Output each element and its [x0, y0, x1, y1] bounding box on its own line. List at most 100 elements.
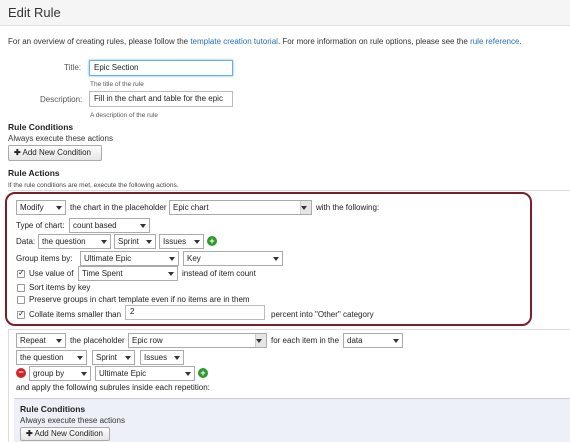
group-items-label: Group items by:	[16, 254, 73, 263]
apply-subrules-text: and apply the following subrules inside …	[16, 383, 210, 392]
subrule-add-condition-label: Add New Condition	[34, 429, 103, 438]
chevron-down-icon	[140, 224, 146, 228]
collate-suffix: percent into "Other" category	[271, 310, 374, 319]
description-hint: A description of the rule	[90, 112, 158, 119]
action2-source: data	[347, 336, 363, 345]
collate-input[interactable]: 2	[125, 305, 265, 320]
rule-conditions-subtext: Always execute these actions	[8, 134, 113, 143]
chevron-down-icon	[194, 240, 200, 244]
action2-source-select[interactable]: data	[343, 333, 403, 348]
use-value-field: Time Spent	[82, 269, 123, 278]
description-input[interactable]: Fill in the chart and table for the epic	[89, 91, 233, 107]
page-title: Edit Rule	[8, 5, 61, 20]
subrule-conditions-heading: Rule Conditions	[20, 404, 86, 414]
action2-verb: Repeat	[20, 336, 46, 345]
data-sprint-select[interactable]: Sprint	[114, 234, 156, 249]
data-label: Data:	[16, 237, 36, 246]
chevron-down-icon	[393, 339, 399, 343]
rule-reference-link[interactable]: rule reference	[470, 37, 519, 46]
action2-sprint-value: Sprint	[96, 353, 117, 362]
action2-left-border	[8, 329, 9, 442]
group-items-value: Ultimate Epic	[84, 254, 132, 263]
header-bar	[0, 0, 570, 26]
preserve-groups-label: Preserve groups in chart template even i…	[29, 295, 250, 304]
collate-label: Collate items smaller than	[29, 310, 122, 319]
action2-data-source-select[interactable]: the question	[16, 350, 87, 365]
subrule-conditions-subtext: Always execute these actions	[20, 416, 125, 425]
chart-type-value: count based	[73, 221, 117, 230]
chevron-down-icon	[81, 372, 87, 376]
chevron-down-icon	[101, 240, 107, 244]
divider	[8, 190, 570, 191]
add-group-icon[interactable]: +	[198, 368, 208, 378]
group-key-value: Key	[187, 254, 201, 263]
chevron-down-icon	[185, 372, 191, 376]
data-source-select[interactable]: the question	[38, 234, 111, 249]
chart-type-label: Type of chart:	[16, 221, 65, 230]
action1-placeholder: Epic chart	[173, 203, 209, 212]
group-items-select[interactable]: Ultimate Epic	[80, 251, 179, 266]
rule-actions-subtext: If the rule conditions are met, execute …	[8, 182, 179, 189]
action2-top-border	[8, 329, 570, 330]
data-sprint-value: Sprint	[118, 237, 139, 246]
data-issues-select[interactable]: Issues	[159, 234, 204, 249]
chevron-down-icon	[174, 356, 180, 360]
action2-placeholder-select[interactable]: Epic row	[128, 333, 267, 348]
use-value-suffix: instead of item count	[182, 269, 256, 278]
chevron-down-icon	[56, 339, 62, 343]
group-by-select[interactable]: group by	[29, 366, 91, 381]
action2-placeholder: Epic row	[132, 336, 163, 345]
collate-checkbox[interactable]	[17, 309, 25, 319]
intro-text: For an overview of creating rules, pleas…	[8, 37, 522, 46]
group-by-value: group by	[33, 369, 65, 378]
action2-sprint-select[interactable]: Sprint	[92, 350, 135, 365]
plus-icon: ✚	[26, 429, 33, 438]
action2-issues-select[interactable]: Issues	[140, 350, 184, 365]
use-value-checkbox[interactable]	[17, 268, 25, 278]
plus-icon: ✚	[14, 148, 21, 157]
action2-text1: the placeholder	[70, 336, 125, 345]
rule-actions-heading: Rule Actions	[8, 168, 60, 178]
sort-items-checkbox[interactable]	[17, 284, 25, 292]
action1-text1: the chart in the placeholder	[70, 203, 167, 212]
action1-verb: Modify	[20, 203, 44, 212]
title-input[interactable]: Epic Section	[89, 60, 233, 76]
data-issues-value: Issues	[163, 237, 187, 246]
chevron-down-icon	[273, 257, 279, 261]
use-value-label: Use value of	[29, 269, 74, 278]
sort-items-label: Sort items by key	[29, 283, 91, 292]
chart-type-select[interactable]: count based	[69, 218, 150, 233]
intro-suffix: .	[519, 37, 522, 46]
chevron-down-icon	[168, 272, 174, 276]
add-condition-label: Add New Condition	[22, 148, 91, 157]
add-data-icon[interactable]: +	[207, 236, 217, 246]
chevron-down-icon	[125, 356, 131, 360]
add-condition-button[interactable]: ✚ Add New Condition	[8, 145, 102, 161]
action1-text2: with the following:	[316, 203, 380, 212]
action2-group-select[interactable]: Ultimate Epic	[95, 366, 195, 381]
action2-issues-value: Issues	[144, 353, 168, 362]
action1-verb-select[interactable]: Modify	[16, 200, 66, 215]
title-label: Title:	[64, 63, 82, 72]
chevron-down-icon	[77, 356, 83, 360]
description-label: Description:	[40, 95, 83, 104]
group-key-select[interactable]: Key	[183, 251, 283, 266]
action1-placeholder-select[interactable]: Epic chart	[169, 200, 312, 215]
intro-mid: . For more information on rule options, …	[277, 37, 468, 46]
action2-group-value: Ultimate Epic	[99, 369, 147, 378]
use-value-select[interactable]: Time Spent	[78, 266, 178, 281]
subrule-add-condition-button[interactable]: ✚ Add New Condition	[20, 427, 110, 441]
chevron-down-icon	[256, 339, 262, 343]
intro-prefix: For an overview of creating rules, pleas…	[8, 37, 189, 46]
preserve-groups-checkbox[interactable]	[17, 296, 25, 304]
chevron-down-icon	[169, 257, 175, 261]
data-source-value: the question	[42, 237, 86, 246]
chevron-down-icon	[146, 240, 152, 244]
chevron-down-icon	[56, 206, 62, 210]
action2-text2: for each item in the	[271, 336, 340, 345]
template-tutorial-link[interactable]: template creation tutorial	[190, 37, 278, 46]
remove-group-icon[interactable]: −	[16, 368, 26, 378]
action2-verb-select[interactable]: Repeat	[16, 333, 66, 348]
title-hint: The title of the rule	[90, 81, 144, 88]
action2-data-source-value: the question	[20, 353, 64, 362]
